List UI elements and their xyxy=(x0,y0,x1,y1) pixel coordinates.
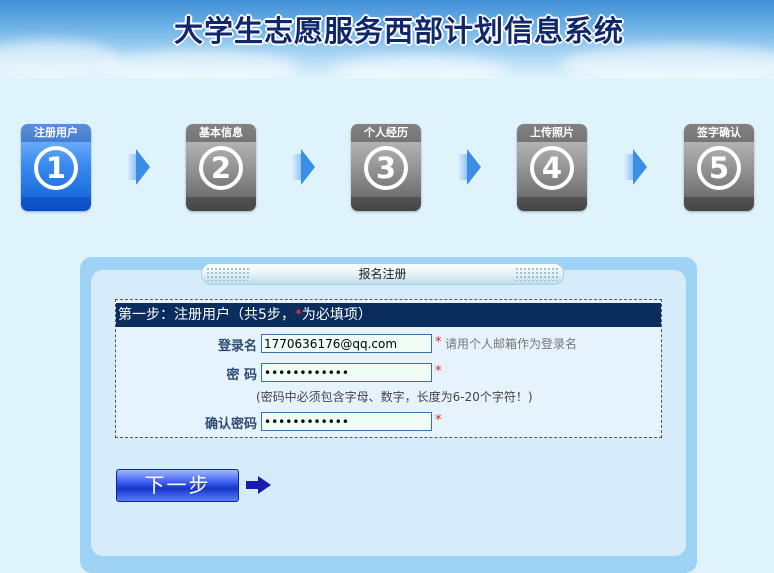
password-label: 密 码 xyxy=(226,368,257,383)
arrow-right-icon xyxy=(623,154,633,180)
login-label: 登录名 xyxy=(217,339,257,354)
step-experience: 个人经历 3 xyxy=(351,124,421,211)
section-title-text: 为必填项） xyxy=(301,307,372,323)
header-banner: 大学生志愿服务西部计划信息系统 xyxy=(0,0,774,78)
step-number: 1 xyxy=(34,146,78,190)
step-label: 签字确认 xyxy=(684,124,754,142)
dots-decoration xyxy=(206,267,250,281)
arrow-right-icon xyxy=(291,154,301,180)
step-sign-confirm: 签字确认 5 xyxy=(684,124,754,211)
cloud-decoration xyxy=(330,55,510,78)
step-footer xyxy=(684,197,754,211)
required-mark: * xyxy=(435,335,442,350)
required-mark: * xyxy=(435,413,442,428)
panel-header: 报名注册 xyxy=(201,263,564,285)
cloud-decoration xyxy=(100,50,300,78)
step-number: 3 xyxy=(364,146,408,190)
step-number: 4 xyxy=(530,146,574,190)
step-register: 注册用户 1 xyxy=(21,124,91,211)
step-label: 基本信息 xyxy=(186,124,256,142)
step-upload-photo: 上传照片 4 xyxy=(517,124,587,211)
confirm-password-label: 确认密码 xyxy=(204,417,257,432)
step-number: 5 xyxy=(697,146,741,190)
next-step-button[interactable]: 下一步 xyxy=(116,469,239,502)
step-number: 2 xyxy=(199,146,243,190)
arrow-right-icon xyxy=(457,154,467,180)
arrow-right-icon xyxy=(633,149,647,185)
step-basic-info: 基本信息 2 xyxy=(186,124,256,211)
panel-title: 报名注册 xyxy=(358,267,407,281)
step-footer xyxy=(21,197,91,211)
step-label: 上传照片 xyxy=(517,124,587,142)
arrow-right-icon xyxy=(301,149,315,185)
arrow-right-icon xyxy=(246,476,271,494)
required-mark: * xyxy=(435,364,442,379)
step-footer xyxy=(517,197,587,211)
login-hint: 请用个人邮箱作为登录名 xyxy=(445,337,578,351)
page-title: 大学生志愿服务西部计划信息系统 xyxy=(173,14,624,48)
required-mark: * xyxy=(294,307,302,323)
login-input[interactable] xyxy=(261,334,432,353)
arrow-right-icon xyxy=(136,149,150,185)
section-title-text: 第一步：注册用户（共5步， xyxy=(118,307,295,323)
step-label: 注册用户 xyxy=(21,124,91,142)
password-rule-hint: (密码中必须包含字母、数字，长度为6-20个字符！) xyxy=(256,390,533,404)
confirm-password-input[interactable] xyxy=(261,412,432,431)
step-footer xyxy=(351,197,421,211)
step-footer xyxy=(186,197,256,211)
arrow-right-icon xyxy=(467,149,481,185)
step-label: 个人经历 xyxy=(351,124,421,142)
form-section-title: 第一步：注册用户（共5步，*为必填项） xyxy=(116,303,661,327)
dots-decoration xyxy=(515,267,559,281)
arrow-right-icon xyxy=(126,154,136,180)
password-input[interactable] xyxy=(261,363,432,382)
